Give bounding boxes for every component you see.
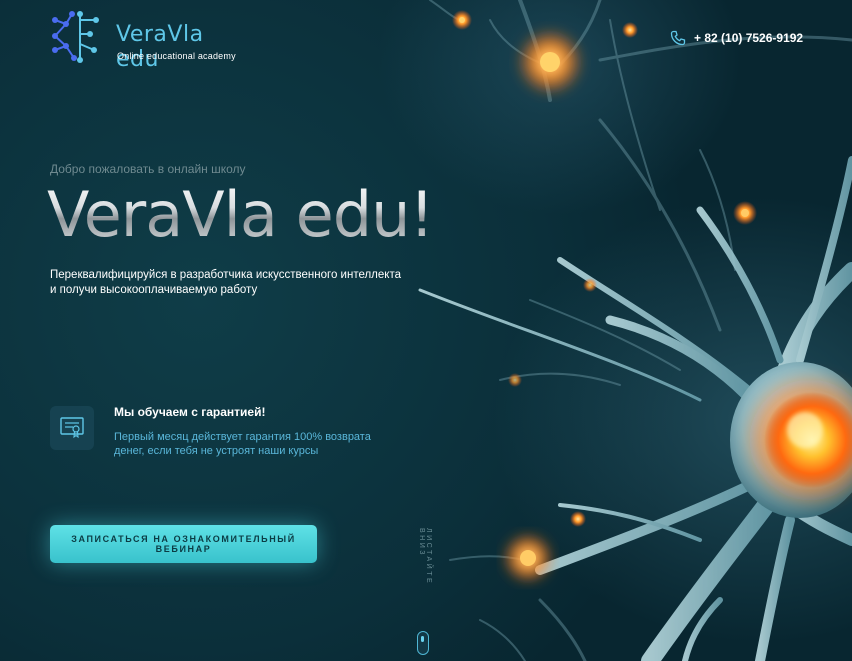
scroll-hint-label: ЛИСТАЙТЕ ВНИЗ — [418, 528, 432, 586]
site-logo[interactable]: VeraVla edu Online educational academy — [50, 10, 250, 72]
hero-subtitle-line: и получи высокооплачиваемую работу — [50, 284, 258, 296]
hero-title: VeraVla edu! — [47, 178, 434, 251]
guarantee-text: Первый месяц действует гарантия 100% воз… — [114, 430, 414, 458]
guarantee-text-line: денег, если тебя не устроят наши курсы — [114, 445, 319, 457]
hero-subtitle-line: Переквалифицируйся в разработчика искусс… — [50, 269, 401, 281]
hero-subtitle: Переквалифицируйся в разработчика искусс… — [50, 268, 430, 298]
mouse-scroll-icon[interactable] — [417, 631, 429, 655]
webinar-signup-button[interactable]: ЗАПИСАТЬСЯ НА ОЗНАКОМИТЕЛЬНЫЙ ВЕБИНАР — [50, 525, 317, 563]
logo-subtitle: Online educational academy — [117, 51, 236, 61]
guarantee-text-line: Первый месяц действует гарантия 100% воз… — [114, 431, 371, 443]
guarantee-icon-box — [50, 406, 94, 450]
mouse-wheel — [421, 636, 424, 642]
certificate-icon — [60, 417, 84, 439]
phone-icon — [670, 30, 686, 46]
guarantee-title: Мы обучаем с гарантией! — [114, 405, 266, 419]
network-logo-icon — [52, 11, 99, 63]
phone-link[interactable]: + 82 (10) 7526-9192 — [670, 29, 803, 47]
phone-number: + 82 (10) 7526-9192 — [694, 31, 804, 45]
logo-name: VeraVla edu — [116, 22, 204, 72]
welcome-text: Добро пожаловать в онлайн школу — [50, 162, 246, 176]
